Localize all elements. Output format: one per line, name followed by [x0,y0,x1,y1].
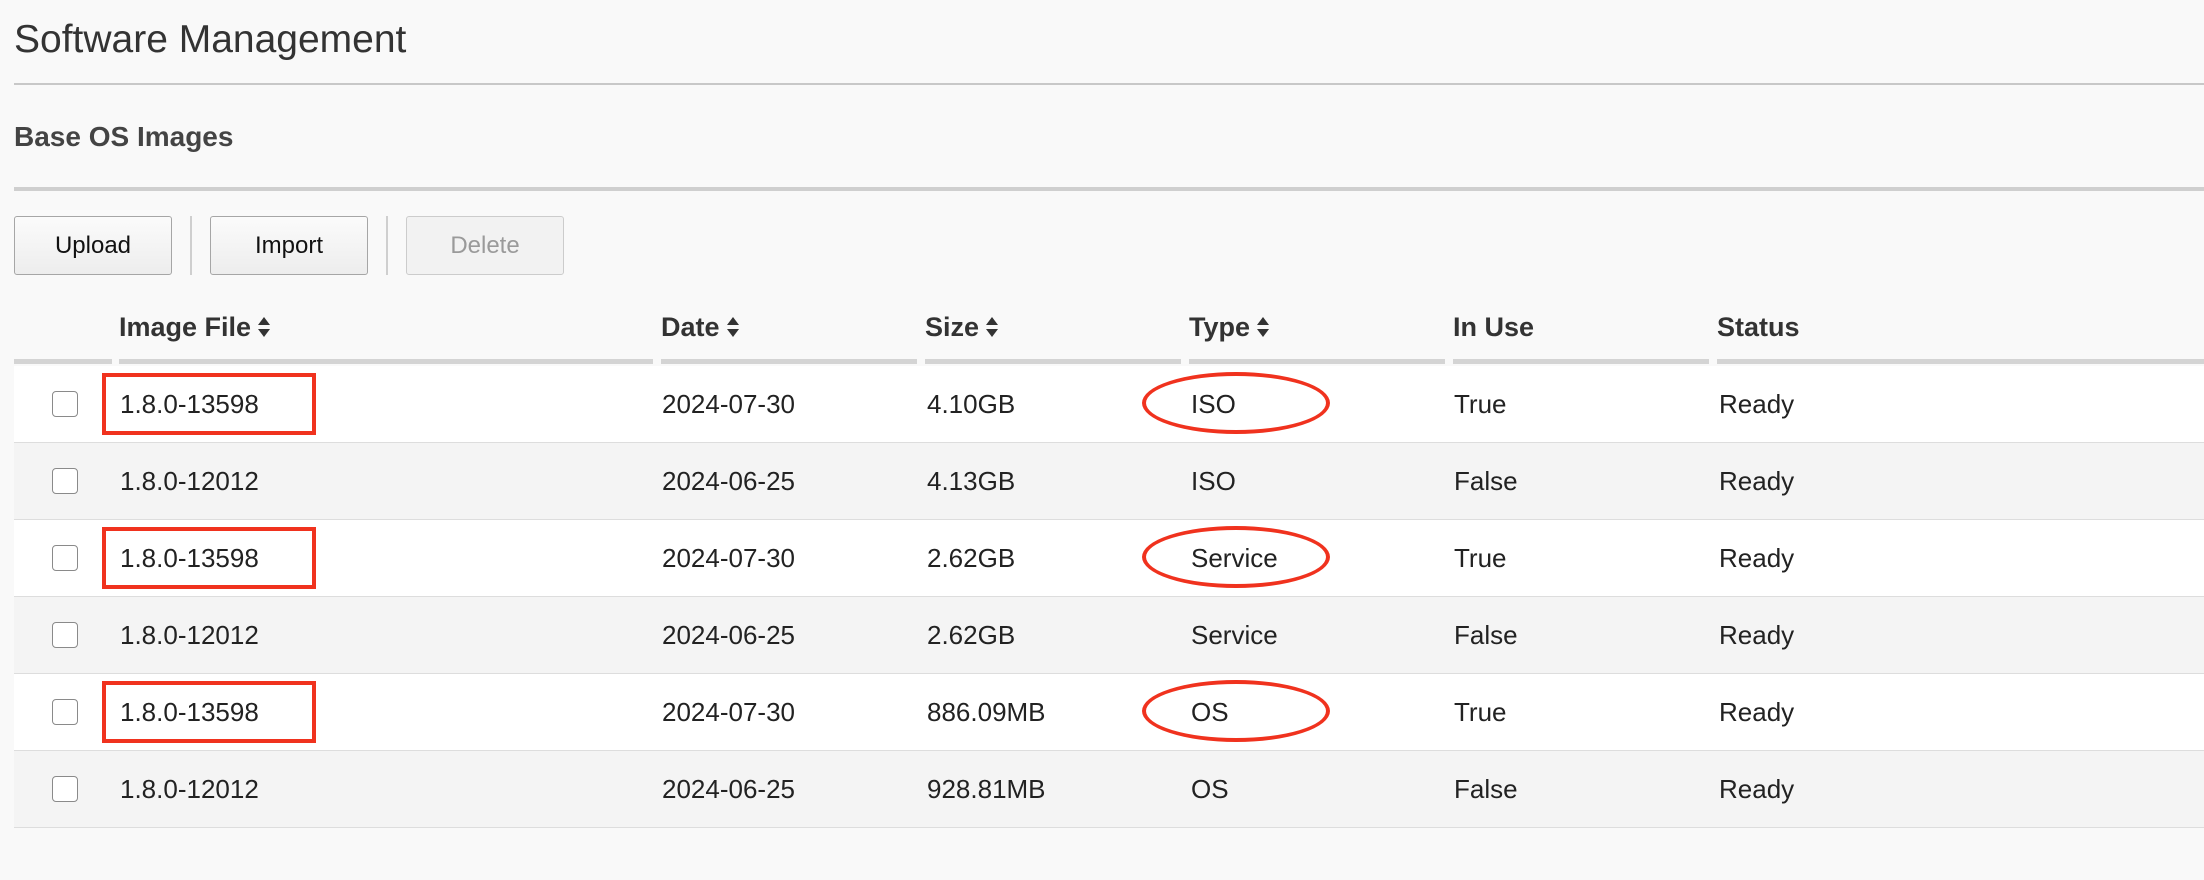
cell-image-file: 1.8.0-12012 [120,465,259,496]
cell-image-file: 1.8.0-13598 [120,388,259,419]
cell-date: 2024-07-30 [662,542,795,573]
header-underline [14,359,112,364]
cell-image-file: 1.8.0-12012 [120,773,259,804]
cell-size: 4.13GB [927,465,1016,496]
toolbar: Upload Import Delete [14,216,564,275]
sort-icon [258,316,271,337]
cell-date: 2024-07-30 [662,388,795,419]
delete-button: Delete [406,216,564,275]
row-checkbox[interactable] [52,776,78,802]
header-underline [1717,359,2204,364]
cell-status: Ready [1719,465,1795,496]
cell-type: ISO [1191,388,1236,419]
cell-in-use: False [1454,619,1518,650]
cell-in-use: False [1454,773,1518,804]
table-body: 1.8.0-13598 2024-07-30 4.10GB ISO True Ready 1… [14,366,2204,828]
cell-date: 2024-06-25 [662,773,795,804]
header-underline [925,359,1181,364]
upload-button[interactable]: Upload [14,216,172,275]
cell-status: Ready [1719,542,1795,573]
table-row[interactable]: 1.8.0-12012 2024-06-25 4.13GB ISO False Ready [14,443,2204,520]
cell-image-file: 1.8.0-12012 [120,619,259,650]
cell-image-file: 1.8.0-13598 [120,542,259,573]
cell-status: Ready [1719,619,1795,650]
row-checkbox[interactable] [52,699,78,725]
page-title: Software Management [14,18,407,61]
cell-image-file: 1.8.0-13598 [120,696,259,727]
cell-date: 2024-07-30 [662,696,795,727]
cell-type: ISO [1191,465,1236,496]
sort-icon [1257,316,1270,337]
column-header-type[interactable]: Type [1189,312,1270,343]
column-header-size[interactable]: Size [925,312,999,343]
table-row[interactable]: 1.8.0-13598 2024-07-30 2.62GB Service True Re… [14,520,2204,597]
toolbar-separator [190,216,192,275]
cell-size: 886.09MB [927,696,1046,727]
header-underline [1453,359,1709,364]
column-header-in-use: In Use [1453,312,1535,342]
cell-date: 2024-06-25 [662,619,795,650]
cell-type: OS [1191,773,1229,804]
cell-size: 2.62GB [927,542,1016,573]
header-underline [119,359,653,364]
cell-size: 928.81MB [927,773,1046,804]
annotation-ellipse [1142,372,1330,434]
column-header-label: Date [661,312,720,342]
cell-type: Service [1191,619,1278,650]
toolbar-separator [386,216,388,275]
cell-in-use: False [1454,465,1518,496]
cell-size: 4.10GB [927,388,1016,419]
column-header-label: Size [925,312,980,342]
column-header-date[interactable]: Date [661,312,740,343]
annotation-ellipse [1142,680,1330,742]
table-row[interactable]: 1.8.0-12012 2024-06-25 928.81MB OS False Read… [14,751,2204,828]
page: Software Management Base OS Images Uploa… [0,0,2204,880]
section-divider [14,187,2204,191]
cell-size: 2.62GB [927,619,1016,650]
column-header-label: Type [1189,312,1251,342]
cell-date: 2024-06-25 [662,465,795,496]
table-header: Image File Date Size Type In Use Status [14,300,2204,366]
table-row[interactable]: 1.8.0-13598 2024-07-30 4.10GB ISO True Ready [14,366,2204,443]
cell-in-use: True [1454,388,1507,419]
header-underline [1189,359,1445,364]
cell-status: Ready [1719,696,1795,727]
column-header-image-file[interactable]: Image File [119,312,271,343]
column-header-status: Status [1717,312,1800,342]
cell-in-use: True [1454,696,1507,727]
sort-icon [986,316,999,337]
cell-in-use: True [1454,542,1507,573]
row-checkbox[interactable] [52,622,78,648]
import-button[interactable]: Import [210,216,368,275]
column-header-label: Image File [119,312,252,342]
row-checkbox[interactable] [52,391,78,417]
table-row[interactable]: 1.8.0-12012 2024-06-25 2.62GB Service False R… [14,597,2204,674]
sort-icon [726,316,739,337]
header-underline [661,359,917,364]
cell-status: Ready [1719,388,1795,419]
cell-status: Ready [1719,773,1795,804]
title-divider [14,83,2204,85]
row-checkbox[interactable] [52,468,78,494]
row-checkbox[interactable] [52,545,78,571]
cell-type: OS [1191,696,1229,727]
table-row[interactable]: 1.8.0-13598 2024-07-30 886.09MB OS True Ready [14,674,2204,751]
images-table: Image File Date Size Type In Use Status … [14,300,2204,828]
section-title: Base OS Images [14,121,234,152]
cell-type: Service [1191,542,1278,573]
